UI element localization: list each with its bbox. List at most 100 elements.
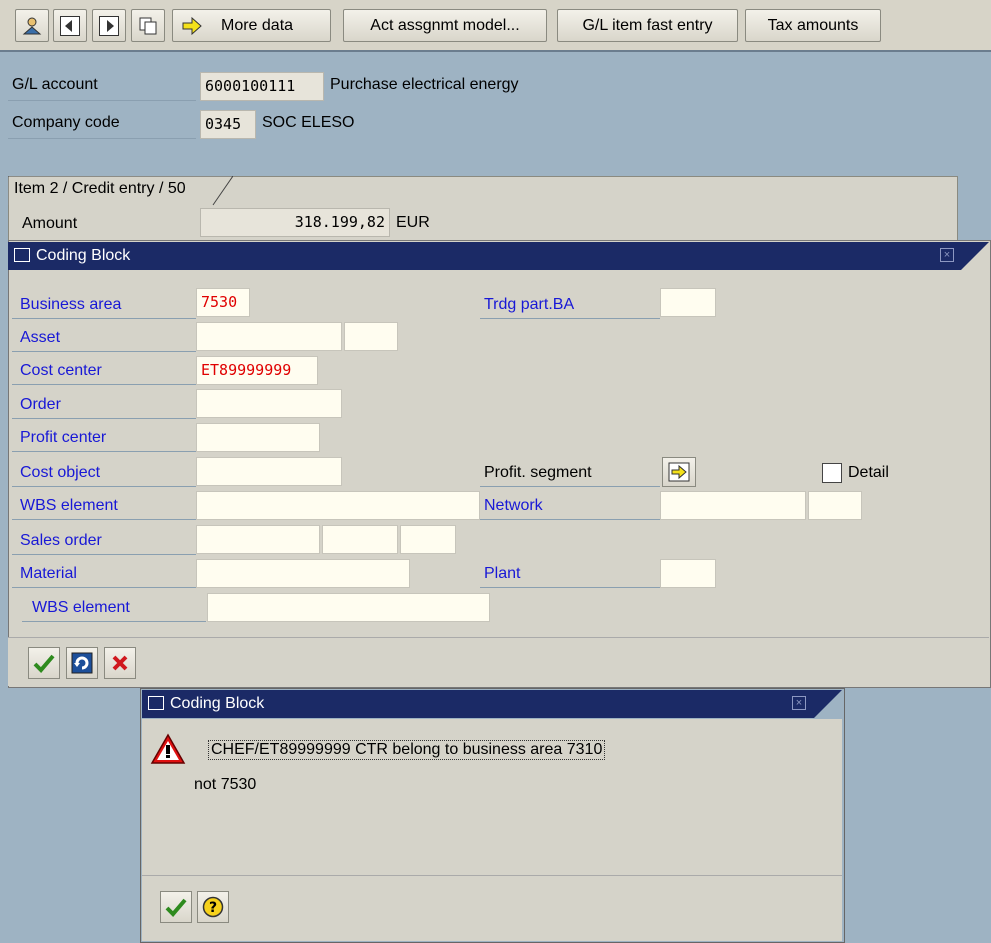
tax-amounts-label: Tax amounts (767, 16, 859, 34)
business-area-label: Business area (20, 296, 122, 313)
wbs-element-2-label: WBS element (32, 599, 130, 616)
close-icon[interactable]: × (792, 696, 806, 710)
divider (480, 486, 660, 487)
amount-field: 318.199,82 (200, 208, 390, 237)
message-confirm-button[interactable] (160, 891, 192, 923)
wbs-element-field[interactable] (196, 491, 480, 520)
profit-segment-label: Profit. segment (484, 464, 592, 481)
divider (480, 318, 660, 319)
divider (12, 351, 196, 352)
network-field[interactable] (660, 491, 806, 520)
order-label: Order (20, 396, 61, 413)
sales-order-label: Sales order (20, 532, 102, 549)
company-code-description: SOC ELESO (262, 114, 355, 131)
copy-icon[interactable] (131, 9, 165, 42)
divider (8, 100, 196, 101)
coding-block-title: Coding Block (36, 247, 131, 264)
company-code-field[interactable]: 0345 (200, 110, 256, 139)
more-data-label: More data (221, 16, 294, 34)
company-code-label: Company code (12, 114, 120, 131)
profit-segment-button[interactable] (662, 457, 696, 487)
error-icon (150, 733, 186, 764)
more-data-button[interactable]: More data (172, 9, 331, 42)
coding-block-button-bar (8, 637, 989, 686)
network-label: Network (484, 497, 543, 514)
sales-order-item-field[interactable] (322, 525, 398, 554)
asset-label: Asset (20, 329, 61, 346)
next-item-icon[interactable] (92, 9, 126, 42)
gl-item-fast-entry-button[interactable]: G/L item fast entry (557, 9, 738, 42)
item-tab-label: Item 2 / Credit entry / 50 (14, 180, 186, 197)
confirm-button[interactable] (28, 647, 60, 679)
currency-label: EUR (396, 214, 430, 231)
divider (8, 138, 196, 139)
help-icon: ? (202, 896, 224, 918)
trdg-part-ba-label: Trdg part.BA (484, 296, 575, 313)
divider (480, 519, 660, 520)
svg-text:?: ? (209, 900, 217, 916)
close-icon[interactable]: × (940, 248, 954, 262)
divider (22, 621, 206, 622)
material-label: Material (20, 565, 77, 582)
cost-center-field[interactable]: ET89999999 (196, 356, 318, 385)
message-line-2: not 7530 (194, 776, 257, 793)
divider (12, 384, 196, 385)
sales-order-schedule-field[interactable] (400, 525, 456, 554)
plant-field[interactable] (660, 559, 716, 588)
asset-field[interactable] (196, 322, 342, 351)
order-field[interactable] (196, 389, 342, 418)
cost-object-field[interactable] (196, 457, 342, 486)
cost-center-label: Cost center (20, 362, 102, 379)
dialog-icon (14, 248, 30, 262)
message-line-1: CHEF/ET89999999 CTR belong to business a… (208, 740, 606, 760)
display-user-icon[interactable] (15, 9, 49, 42)
divider (12, 451, 196, 452)
plant-label: Plant (484, 565, 521, 582)
detail-label: Detail (848, 464, 889, 481)
profit-center-label: Profit center (20, 429, 107, 446)
arrow-right-icon (182, 16, 202, 35)
title-bar-slope (961, 242, 989, 270)
previous-item-icon[interactable] (53, 9, 87, 42)
divider (12, 486, 196, 487)
detail-checkbox[interactable] (822, 463, 842, 483)
divider (12, 519, 196, 520)
act-assignment-model-button[interactable]: Act assgnmt model... (343, 9, 547, 42)
sales-order-field[interactable] (196, 525, 320, 554)
cost-object-label: Cost object (20, 464, 101, 481)
wbs-element-2-field[interactable] (207, 593, 490, 622)
gl-account-field[interactable]: 6000100111 (200, 72, 324, 101)
amount-label: Amount (22, 215, 78, 232)
message-title: Coding Block (170, 695, 265, 712)
gl-item-fast-entry-label: G/L item fast entry (582, 16, 713, 34)
divider (12, 318, 196, 319)
act-assignment-model-label: Act assgnmt model... (370, 16, 520, 34)
divider (12, 554, 196, 555)
coding-block-title-bar: Coding Block × (8, 242, 961, 270)
trdg-part-ba-field[interactable] (660, 288, 716, 317)
dialog-icon (148, 696, 164, 710)
gl-account-description: Purchase electrical energy (330, 76, 519, 93)
network-activity-field[interactable] (808, 491, 862, 520)
profit-center-field[interactable] (196, 423, 320, 452)
help-button[interactable]: ? (197, 891, 229, 923)
message-button-bar (142, 875, 842, 941)
message-title-bar: Coding Block × (142, 690, 814, 718)
checkmark-icon (33, 654, 55, 673)
item-tab[interactable]: Item 2 / Credit entry / 50 (8, 176, 233, 206)
title-bar-slope (814, 690, 842, 718)
divider (480, 587, 660, 588)
gl-account-label: G/L account (12, 76, 98, 93)
application-toolbar: More data Act assgnmt model... G/L item … (0, 0, 991, 52)
checkmark-icon (165, 898, 187, 917)
tax-amounts-button[interactable]: Tax amounts (745, 9, 881, 42)
arrow-right-icon (668, 462, 690, 482)
refresh-button[interactable] (66, 647, 98, 679)
business-area-field[interactable]: 7530 (196, 288, 250, 317)
material-field[interactable] (196, 559, 410, 588)
cancel-button[interactable] (104, 647, 136, 679)
asset-subnumber-field[interactable] (344, 322, 398, 351)
cancel-icon (112, 655, 128, 671)
divider (12, 587, 196, 588)
refresh-icon (71, 652, 93, 674)
